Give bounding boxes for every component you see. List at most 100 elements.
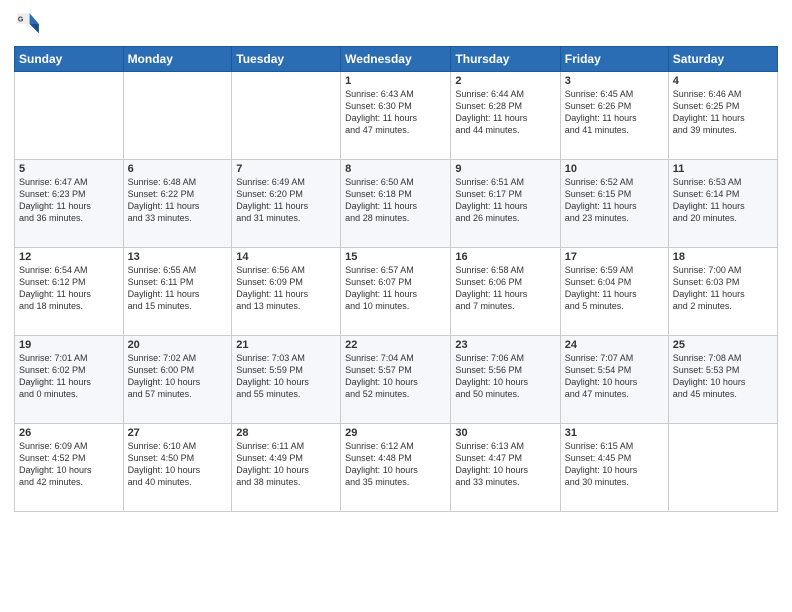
weekday-header-wednesday: Wednesday (341, 47, 451, 72)
calendar-cell: 24Sunrise: 7:07 AMSunset: 5:54 PMDayligh… (560, 336, 668, 424)
header: G (14, 10, 778, 38)
day-number: 29 (345, 427, 446, 439)
day-info-text: Sunrise: 6:48 AM (128, 176, 228, 188)
day-info-text: and 28 minutes. (345, 212, 446, 224)
day-info-text: and 38 minutes. (236, 476, 336, 488)
day-info-text: Sunrise: 7:03 AM (236, 352, 336, 364)
day-number: 16 (455, 251, 555, 263)
day-info-text: and 41 minutes. (565, 124, 664, 136)
day-info-text: Sunset: 6:14 PM (673, 188, 773, 200)
calendar-cell: 26Sunrise: 6:09 AMSunset: 4:52 PMDayligh… (15, 424, 124, 512)
day-number: 15 (345, 251, 446, 263)
day-info-text: and 10 minutes. (345, 300, 446, 312)
calendar-cell: 23Sunrise: 7:06 AMSunset: 5:56 PMDayligh… (451, 336, 560, 424)
day-info-text: Sunrise: 6:43 AM (345, 88, 446, 100)
day-info-text: Daylight: 11 hours (19, 288, 119, 300)
day-info-text: Sunrise: 6:15 AM (565, 440, 664, 452)
day-info-text: Sunrise: 6:58 AM (455, 264, 555, 276)
day-info-text: Sunset: 6:18 PM (345, 188, 446, 200)
day-info-text: Daylight: 11 hours (345, 288, 446, 300)
day-info-text: Sunrise: 6:11 AM (236, 440, 336, 452)
calendar-cell: 3Sunrise: 6:45 AMSunset: 6:26 PMDaylight… (560, 72, 668, 160)
day-info-text: Sunset: 6:07 PM (345, 276, 446, 288)
day-number: 22 (345, 339, 446, 351)
day-number: 21 (236, 339, 336, 351)
day-info-text: and 15 minutes. (128, 300, 228, 312)
day-info-text: and 50 minutes. (455, 388, 555, 400)
day-number: 23 (455, 339, 555, 351)
day-number: 30 (455, 427, 555, 439)
day-info-text: Sunrise: 6:44 AM (455, 88, 555, 100)
day-info-text: Sunset: 4:49 PM (236, 452, 336, 464)
day-number: 28 (236, 427, 336, 439)
calendar-cell: 21Sunrise: 7:03 AMSunset: 5:59 PMDayligh… (232, 336, 341, 424)
calendar-cell: 28Sunrise: 6:11 AMSunset: 4:49 PMDayligh… (232, 424, 341, 512)
calendar-cell: 27Sunrise: 6:10 AMSunset: 4:50 PMDayligh… (123, 424, 232, 512)
day-info-text: Sunrise: 6:46 AM (673, 88, 773, 100)
weekday-header-saturday: Saturday (668, 47, 777, 72)
day-info-text: Daylight: 11 hours (455, 200, 555, 212)
logo-icon: G (14, 10, 42, 38)
day-info-text: Daylight: 11 hours (565, 200, 664, 212)
calendar-cell: 29Sunrise: 6:12 AMSunset: 4:48 PMDayligh… (341, 424, 451, 512)
calendar-cell: 2Sunrise: 6:44 AMSunset: 6:28 PMDaylight… (451, 72, 560, 160)
day-info-text: and 40 minutes. (128, 476, 228, 488)
day-number: 25 (673, 339, 773, 351)
calendar-week-row: 1Sunrise: 6:43 AMSunset: 6:30 PMDaylight… (15, 72, 778, 160)
calendar-cell: 9Sunrise: 6:51 AMSunset: 6:17 PMDaylight… (451, 160, 560, 248)
day-number: 24 (565, 339, 664, 351)
day-info-text: Sunrise: 7:01 AM (19, 352, 119, 364)
day-number: 19 (19, 339, 119, 351)
day-info-text: Sunrise: 7:06 AM (455, 352, 555, 364)
calendar-cell: 31Sunrise: 6:15 AMSunset: 4:45 PMDayligh… (560, 424, 668, 512)
day-info-text: Daylight: 11 hours (673, 288, 773, 300)
day-info-text: and 47 minutes. (345, 124, 446, 136)
day-info-text: Sunrise: 6:52 AM (565, 176, 664, 188)
day-number: 20 (128, 339, 228, 351)
calendar-cell (668, 424, 777, 512)
day-info-text: and 35 minutes. (345, 476, 446, 488)
day-info-text: Sunset: 4:52 PM (19, 452, 119, 464)
day-info-text: Daylight: 11 hours (673, 112, 773, 124)
calendar-cell (123, 72, 232, 160)
calendar-cell: 30Sunrise: 6:13 AMSunset: 4:47 PMDayligh… (451, 424, 560, 512)
calendar-cell: 20Sunrise: 7:02 AMSunset: 6:00 PMDayligh… (123, 336, 232, 424)
day-info-text: Sunrise: 6:13 AM (455, 440, 555, 452)
day-info-text: and 30 minutes. (565, 476, 664, 488)
day-info-text: Sunrise: 6:47 AM (19, 176, 119, 188)
day-info-text: Daylight: 11 hours (565, 112, 664, 124)
day-info-text: and 2 minutes. (673, 300, 773, 312)
calendar-cell: 13Sunrise: 6:55 AMSunset: 6:11 PMDayligh… (123, 248, 232, 336)
day-info-text: and 13 minutes. (236, 300, 336, 312)
day-info-text: and 0 minutes. (19, 388, 119, 400)
day-info-text: and 45 minutes. (673, 388, 773, 400)
calendar-cell: 15Sunrise: 6:57 AMSunset: 6:07 PMDayligh… (341, 248, 451, 336)
day-info-text: Sunset: 5:54 PM (565, 364, 664, 376)
day-info-text: Sunrise: 7:07 AM (565, 352, 664, 364)
calendar-cell: 1Sunrise: 6:43 AMSunset: 6:30 PMDaylight… (341, 72, 451, 160)
calendar-cell: 25Sunrise: 7:08 AMSunset: 5:53 PMDayligh… (668, 336, 777, 424)
day-info-text: Daylight: 10 hours (455, 376, 555, 388)
day-info-text: Daylight: 10 hours (565, 376, 664, 388)
day-info-text: Sunset: 4:48 PM (345, 452, 446, 464)
calendar-cell: 7Sunrise: 6:49 AMSunset: 6:20 PMDaylight… (232, 160, 341, 248)
day-info-text: and 57 minutes. (128, 388, 228, 400)
calendar-cell: 18Sunrise: 7:00 AMSunset: 6:03 PMDayligh… (668, 248, 777, 336)
calendar-cell: 19Sunrise: 7:01 AMSunset: 6:02 PMDayligh… (15, 336, 124, 424)
day-info-text: Daylight: 11 hours (455, 288, 555, 300)
day-number: 11 (673, 163, 773, 175)
day-info-text: Daylight: 11 hours (128, 288, 228, 300)
day-info-text: Sunrise: 6:50 AM (345, 176, 446, 188)
day-info-text: Daylight: 11 hours (19, 376, 119, 388)
day-info-text: Sunset: 6:28 PM (455, 100, 555, 112)
day-info-text: Sunset: 6:30 PM (345, 100, 446, 112)
day-info-text: and 18 minutes. (19, 300, 119, 312)
day-info-text: Daylight: 10 hours (128, 464, 228, 476)
day-info-text: and 20 minutes. (673, 212, 773, 224)
day-info-text: Sunrise: 6:59 AM (565, 264, 664, 276)
day-info-text: Daylight: 10 hours (673, 376, 773, 388)
day-info-text: and 33 minutes. (128, 212, 228, 224)
day-info-text: Daylight: 10 hours (128, 376, 228, 388)
day-info-text: Sunset: 6:23 PM (19, 188, 119, 200)
weekday-header-friday: Friday (560, 47, 668, 72)
